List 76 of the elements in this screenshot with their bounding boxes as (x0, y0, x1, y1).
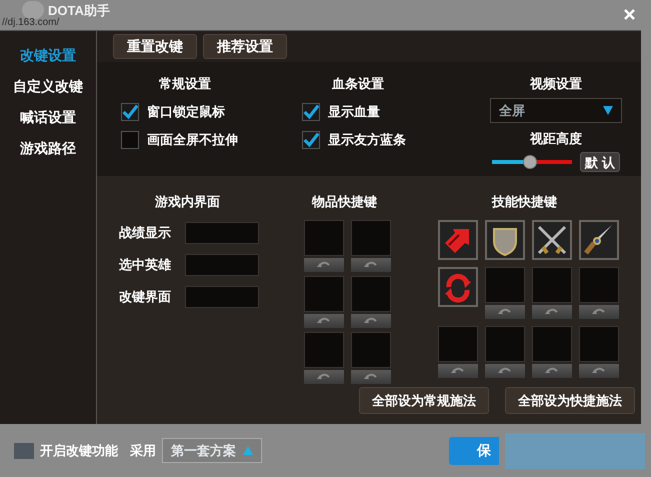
field-label: 改键界面 (119, 288, 172, 306)
default-button[interactable]: 默 认 (580, 152, 620, 172)
toolbar-button[interactable]: 推荐设置 (203, 34, 287, 59)
section-title: 血条设置 (332, 74, 385, 93)
hotkey-input[interactable] (185, 254, 259, 276)
skill-slot[interactable] (438, 266, 478, 307)
rotate-icon (544, 307, 560, 316)
rotate-icon (363, 316, 379, 326)
rotate-icon (591, 307, 607, 316)
view-distance-slider[interactable] (492, 154, 572, 170)
reset-key-button[interactable] (532, 304, 572, 319)
app-logo: DOTA助手 (48, 2, 110, 18)
field-label: 选中英雄 (119, 256, 172, 274)
dropdown-caret-icon (243, 446, 253, 455)
reset-key-button[interactable] (304, 314, 344, 328)
display-mode-dropdown[interactable]: 全屏 (490, 98, 622, 123)
rotate-icon (591, 366, 607, 376)
reset-key-button[interactable] (579, 364, 619, 378)
address-text: //dj.163.com/ (2, 17, 60, 28)
slider-thumb[interactable] (522, 155, 537, 170)
reset-key-button[interactable] (438, 364, 478, 378)
rotate-icon (450, 366, 466, 376)
reset-key-button[interactable] (351, 370, 391, 384)
reset-key-button[interactable] (485, 364, 525, 378)
checkmark-icon (303, 102, 319, 121)
checkbox[interactable] (302, 102, 320, 121)
enable-label: 开启改键功能 (40, 442, 118, 460)
sidebar-tab[interactable]: 喊话设置 (20, 107, 76, 128)
sidebar-tab[interactable]: 改键设置 (20, 45, 76, 66)
rotate-icon (497, 366, 513, 376)
reset-key-button[interactable] (532, 364, 572, 378)
checkbox[interactable] (121, 102, 139, 121)
checkbox[interactable] (302, 130, 320, 149)
option-label: 显示血量 (328, 103, 380, 122)
reset-key-button[interactable] (304, 258, 344, 272)
section-title: 视频设置 (530, 74, 582, 93)
option-label: 显示友方蓝条 (328, 131, 406, 150)
section-title: 物品快捷键 (312, 192, 378, 211)
field-label: 战绩显示 (119, 224, 172, 242)
section-title: 技能快捷键 (492, 192, 558, 211)
rotate-icon (363, 372, 379, 382)
save-button[interactable]: 保 (449, 436, 499, 464)
reset-key-button[interactable] (304, 370, 344, 384)
section-title: 常规设置 (159, 74, 212, 93)
dropdown-caret-icon (603, 106, 613, 115)
skill-slot[interactable] (485, 220, 525, 260)
section-title: 游戏内界面 (155, 192, 221, 211)
rotate-icon (316, 316, 332, 326)
reset-key-button[interactable] (351, 314, 391, 328)
checkbox[interactable] (121, 130, 139, 149)
hotkey-input[interactable] (185, 286, 259, 308)
reset-key-button[interactable] (579, 304, 619, 319)
rotate-icon (363, 260, 379, 270)
apply-all-button[interactable]: 全部设为快捷施法 (505, 387, 635, 414)
close-button[interactable] (624, 9, 635, 20)
toolbar-button[interactable]: 重置改键 (113, 34, 197, 59)
option-label: 画面全屏不拉伸 (147, 131, 238, 150)
skill-slot[interactable] (438, 220, 478, 260)
rotate-icon (544, 366, 560, 376)
rotate-icon (497, 307, 513, 316)
hotkey-input[interactable] (185, 222, 259, 244)
reset-key-button[interactable] (351, 258, 391, 272)
sidebar-tab[interactable]: 游戏路径 (20, 138, 76, 159)
reset-key-button[interactable] (485, 304, 525, 319)
view-distance-label: 视距高度 (530, 130, 582, 148)
sidebar-tab[interactable]: 自定义改键 (13, 76, 83, 97)
apply-all-button[interactable]: 全部设为常规施法 (359, 387, 489, 414)
checkmark-icon (122, 102, 138, 121)
checkmark-icon (303, 130, 319, 149)
rotate-icon (316, 372, 332, 382)
rotate-icon (316, 260, 332, 270)
skill-slot[interactable] (579, 220, 619, 260)
skill-slot[interactable] (532, 220, 572, 260)
option-label: 窗口锁定鼠标 (147, 103, 225, 122)
use-label: 采用 (130, 442, 156, 460)
close-icon (624, 9, 635, 20)
